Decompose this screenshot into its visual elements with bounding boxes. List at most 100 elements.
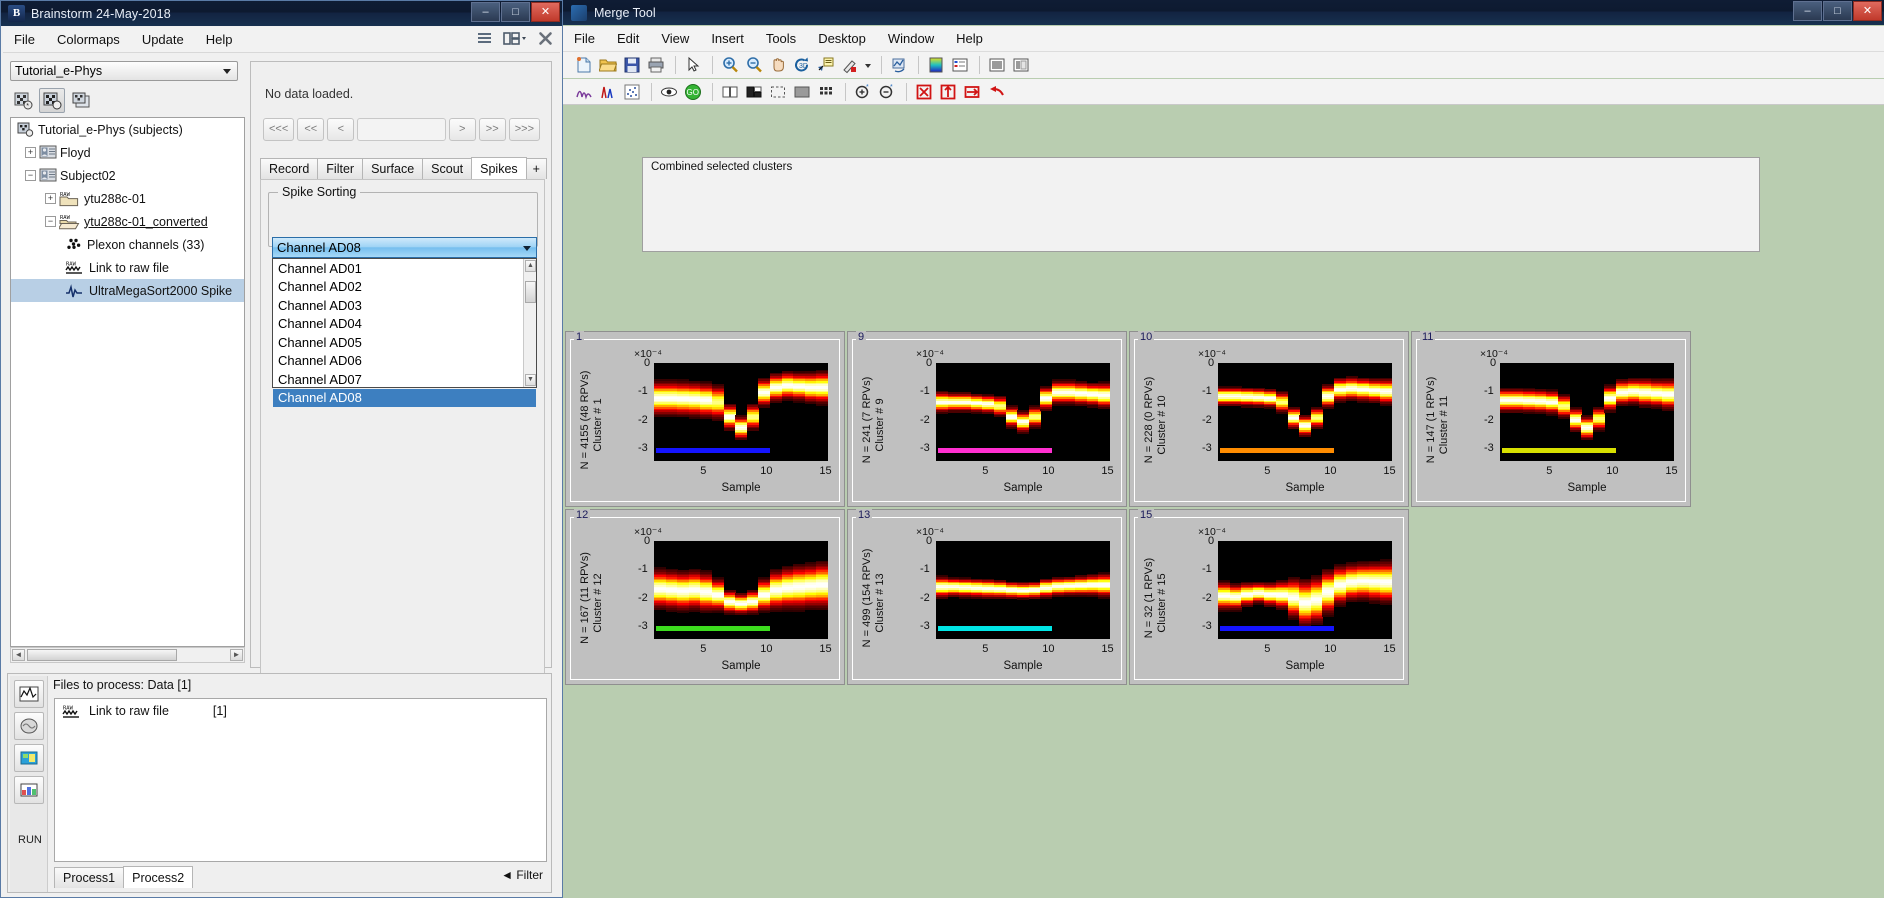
files-list[interactable]: RAW Link to raw file [1] — [54, 698, 547, 862]
tab-filter[interactable]: Filter — [317, 158, 363, 179]
nav-prev-page-button[interactable]: << — [297, 118, 324, 141]
dropdown-option-ad07[interactable]: Channel AD07 — [273, 370, 536, 389]
show-plot-tools-icon[interactable] — [1010, 54, 1032, 76]
menu-tools[interactable]: Tools — [755, 29, 807, 48]
combined-clusters-axes[interactable]: Combined selected clusters — [642, 157, 1760, 252]
tree-node[interactable]: − Subject02 — [11, 164, 244, 187]
close-button[interactable]: ✕ — [531, 2, 560, 22]
scrollbar-thumb[interactable] — [525, 281, 536, 303]
pointer-icon[interactable] — [682, 54, 704, 76]
save-figure-icon[interactable] — [621, 54, 643, 76]
merge-cluster-icon[interactable] — [961, 81, 983, 103]
cluster-panel-1[interactable]: 1×10⁻⁴Cluster # 1N = 4155 (48 RPVs)0-1-2… — [565, 331, 845, 507]
scrollbar-thumb[interactable] — [27, 649, 177, 661]
nav-prev-button[interactable]: < — [327, 118, 354, 141]
dropdown-option-ad04[interactable]: Channel AD04 — [273, 315, 536, 334]
menu-file[interactable]: File — [563, 29, 606, 48]
dropdown-option-ad05[interactable]: Channel AD05 — [273, 333, 536, 352]
time-field[interactable] — [357, 118, 445, 141]
tree-node[interactable]: + RAW ytu288c-01 — [11, 187, 244, 210]
tree-node[interactable]: + Floyd — [11, 141, 244, 164]
tree-node-ultramegasort[interactable]: UltraMegaSort2000 Spike — [11, 279, 244, 302]
tab-record[interactable]: Record — [260, 158, 318, 179]
open-file-icon[interactable] — [597, 54, 619, 76]
tab-spikes[interactable]: Spikes — [471, 157, 527, 179]
legend-icon[interactable] — [949, 54, 971, 76]
dropdown-option-ad02[interactable]: Channel AD02 — [273, 278, 536, 297]
brush-icon[interactable] — [839, 54, 861, 76]
close-icon[interactable] — [537, 30, 554, 47]
tree-expander[interactable]: − — [45, 216, 56, 227]
cluster-density-heatmap[interactable] — [936, 541, 1110, 639]
scroll-left-icon[interactable]: ◄ — [12, 649, 25, 661]
cluster-panel-11[interactable]: 11×10⁻⁴Cluster # 11N = 147 (1 RPVs)0-1-2… — [1411, 331, 1691, 507]
pan-icon[interactable] — [767, 54, 789, 76]
tab-process1[interactable]: Process1 — [54, 867, 124, 888]
tree-node[interactable]: RAW Link to raw file — [11, 256, 244, 279]
delete-cluster-icon[interactable] — [913, 81, 935, 103]
zoom-out-axes-icon[interactable]: * — [876, 81, 898, 103]
zoom-in-axes-icon[interactable]: * — [852, 81, 874, 103]
tab-add[interactable]: + — [526, 158, 547, 179]
menu-colormaps[interactable]: Colormaps — [46, 30, 131, 49]
nav-next-page-button[interactable]: >> — [479, 118, 506, 141]
menu-edit[interactable]: Edit — [606, 29, 650, 48]
tab-process2[interactable]: Process2 — [123, 866, 193, 888]
channel-dropdown[interactable]: Channel AD08 — [272, 237, 537, 258]
scroll-up-icon[interactable]: ▲ — [525, 260, 536, 272]
zoom-in-icon[interactable] — [719, 54, 741, 76]
cluster-density-heatmap[interactable] — [654, 363, 828, 461]
maximize-button[interactable]: □ — [1823, 1, 1852, 21]
split-horizontal-icon[interactable] — [719, 81, 741, 103]
eye-icon[interactable] — [658, 81, 680, 103]
menu-insert[interactable]: Insert — [700, 29, 755, 48]
dropdown-arrow-icon[interactable] — [863, 54, 873, 76]
menu-view[interactable]: View — [650, 29, 700, 48]
data-icon[interactable] — [14, 680, 44, 708]
tree-expander[interactable]: + — [45, 193, 56, 204]
tree-node[interactable]: Tutorial_e-Phys (subjects) — [11, 118, 244, 141]
cluster-panel-9[interactable]: 9×10⁻⁴Cluster # 9N = 241 (7 RPVs)0-1-2-3… — [847, 331, 1127, 507]
datacursor-icon[interactable] — [815, 54, 837, 76]
database-tree[interactable]: Tutorial_e-Phys (subjects) + Floyd − — [10, 117, 245, 647]
cluster-density-heatmap[interactable] — [654, 541, 828, 639]
hide-plot-tools-icon[interactable] — [986, 54, 1008, 76]
new-figure-icon[interactable] — [573, 54, 595, 76]
maximize-button[interactable]: □ — [501, 2, 530, 22]
colorbar-icon[interactable] — [925, 54, 947, 76]
tab-surface[interactable]: Surface — [362, 158, 423, 179]
dropdown-option-ad06[interactable]: Channel AD06 — [273, 352, 536, 371]
list-item[interactable]: RAW Link to raw file [1] — [55, 699, 546, 723]
subjects-functional-icon[interactable] — [39, 88, 65, 113]
cluster-density-heatmap[interactable] — [936, 363, 1110, 461]
split-vertical-icon[interactable] — [743, 81, 765, 103]
channel-dropdown-list[interactable]: Channel AD01 Channel AD02 Channel AD03 C… — [272, 258, 537, 388]
menu-window[interactable]: Window — [877, 29, 945, 48]
grid-icon[interactable] — [815, 81, 837, 103]
fill-icon[interactable] — [791, 81, 813, 103]
tree-expander[interactable]: − — [25, 170, 36, 181]
head-icon[interactable] — [14, 712, 44, 740]
filter-button[interactable]: ◄ Filter — [501, 868, 543, 882]
cluster-panel-12[interactable]: 12×10⁻⁴Cluster # 12N = 167 (11 RPVs)0-1-… — [565, 509, 845, 685]
scroll-right-icon[interactable]: ► — [230, 649, 243, 661]
source-icon[interactable] — [14, 744, 44, 772]
cluster-density-heatmap[interactable] — [1500, 363, 1674, 461]
select-region-icon[interactable] — [767, 81, 789, 103]
undo-icon[interactable] — [985, 81, 1007, 103]
protocol-selector[interactable]: Tutorial_e-Phys — [10, 61, 238, 81]
menu-help[interactable]: Help — [195, 30, 244, 49]
run-label[interactable]: RUN — [18, 834, 42, 846]
scatter-icon[interactable] — [621, 81, 643, 103]
subjects-anatomy-icon[interactable]: * — [10, 88, 36, 113]
rotate3d-icon[interactable]: 3D — [791, 54, 813, 76]
nav-first-button[interactable]: <<< — [263, 118, 294, 141]
menu-file[interactable]: File — [3, 30, 46, 49]
tab-scout[interactable]: Scout — [422, 158, 472, 179]
tree-node[interactable]: − RAW ytu288c-01_converted — [11, 210, 244, 233]
studies-functional-icon[interactable] — [68, 88, 94, 113]
link-plot-icon[interactable] — [888, 54, 910, 76]
split-cluster-icon[interactable] — [937, 81, 959, 103]
print-icon[interactable] — [645, 54, 667, 76]
zoom-out-icon[interactable] — [743, 54, 765, 76]
